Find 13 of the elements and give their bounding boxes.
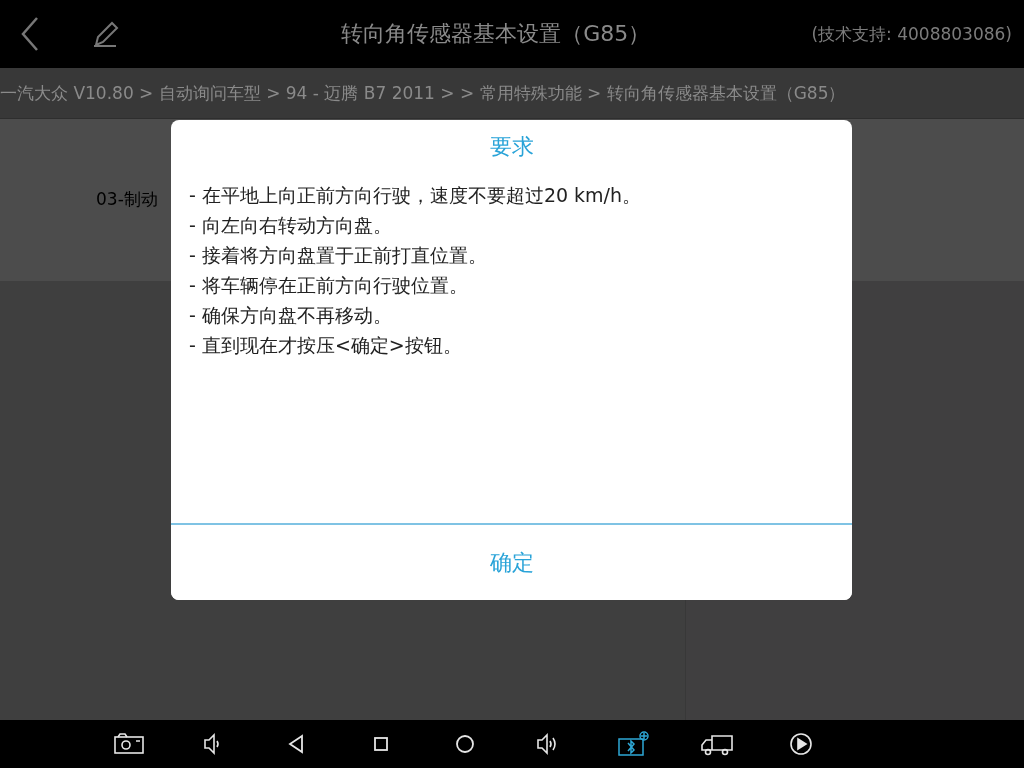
dialog-title: 要求 xyxy=(488,133,535,161)
camera-icon[interactable] xyxy=(112,731,146,757)
instruction-line: - 确保方向盘不再移动。 xyxy=(189,303,393,328)
function-item[interactable]: 03-制动 xyxy=(96,187,158,211)
instruction-line: - 向左向右转动方向盘。 xyxy=(189,213,393,238)
window-title: 转向角传感器基本设置（G85） xyxy=(340,20,652,48)
instruction-line: - 在平地上向正前方向行驶，速度不要超过20 km/h。 xyxy=(189,183,643,208)
instruction-line: - 直到现在才按压<确定>按钮。 xyxy=(189,333,463,358)
breadcrumb: 一汽大众 V10.80 > 自动询问车型 > 94 - 迈腾 B7 2011 > > 常用特殊功能 > 转向角传感器基本设置（G85） xyxy=(0,81,846,105)
instruction-line: - 将车辆停在正前方向行驶位置。 xyxy=(189,273,469,298)
instruction-line: - 接着将方向盘置于正前打直位置。 xyxy=(189,243,488,268)
bluetooth-icon[interactable] xyxy=(616,731,650,757)
support-text: (技术支持: 4008803086) xyxy=(811,22,1012,46)
